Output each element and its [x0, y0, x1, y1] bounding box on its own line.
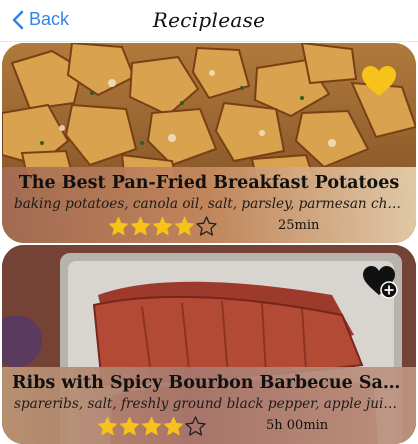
star-filled-icon: [108, 216, 129, 236]
page-title: Reciplease: [152, 8, 266, 32]
star-filled-icon: [152, 216, 173, 236]
rating-stars: [108, 216, 218, 237]
heart-filled-icon[interactable]: [361, 65, 397, 97]
star-filled-icon: [141, 416, 162, 436]
recipe-title: Ribs with Spicy Bourbon Barbecue Sauce: [12, 373, 416, 393]
recipe-card[interactable]: Ribs with Spicy Bourbon Barbecue Sauce s…: [2, 245, 416, 444]
star-filled-icon: [119, 416, 140, 436]
star-filled-icon: [130, 216, 151, 236]
recipe-info-panel: The Best Pan-Fried Breakfast Potatoes ba…: [2, 167, 416, 243]
navigation-bar: Back Reciplease: [0, 0, 418, 42]
recipe-time: 25min: [278, 218, 320, 233]
star-empty-icon: [196, 216, 217, 236]
recipe-title: The Best Pan-Fried Breakfast Potatoes: [18, 173, 400, 193]
star-empty-icon: [185, 416, 206, 436]
star-filled-icon: [163, 416, 184, 436]
star-filled-icon: [174, 216, 195, 236]
recipe-time: 5h 00min: [266, 418, 329, 433]
rating-stars: [97, 416, 207, 437]
recipe-ingredients: spareribs, salt, freshly ground black pe…: [14, 396, 416, 412]
star-filled-icon: [97, 416, 118, 436]
recipe-info-panel: Ribs with Spicy Bourbon Barbecue Sauce s…: [2, 367, 416, 444]
recipe-ingredients: baking potatoes, canola oil, salt, parsl…: [14, 196, 416, 212]
recipe-card[interactable]: The Best Pan-Fried Breakfast Potatoes ba…: [2, 43, 416, 243]
heart-add-icon[interactable]: [362, 265, 398, 299]
